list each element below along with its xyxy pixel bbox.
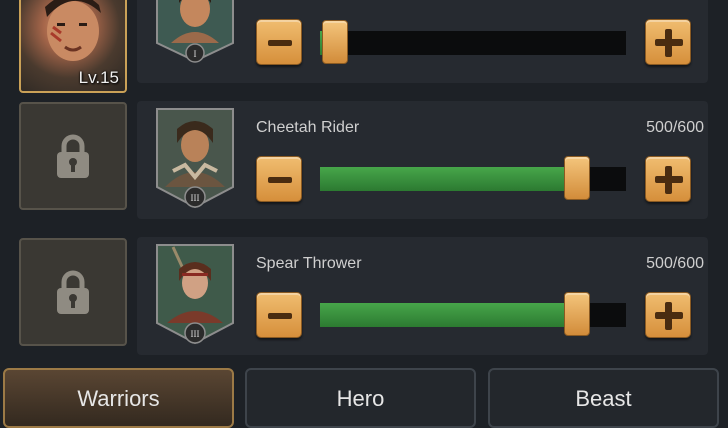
minus-icon xyxy=(268,40,292,46)
troop-row: III Spear Thrower 500/600 xyxy=(0,237,728,357)
lock-icon xyxy=(57,270,89,314)
minus-icon xyxy=(268,177,292,183)
slider-fill xyxy=(320,167,578,191)
locked-hero-slot[interactable] xyxy=(19,238,127,346)
troop-row: Lv.15 I xyxy=(0,0,728,101)
slider-handle[interactable] xyxy=(564,156,591,200)
locked-hero-slot[interactable] xyxy=(19,102,127,210)
quantity-slider[interactable] xyxy=(320,156,626,200)
svg-text:I: I xyxy=(194,49,197,59)
tab-warriors[interactable]: Warriors xyxy=(3,368,234,428)
troop-panel: III Cheetah Rider 500/600 xyxy=(137,101,708,219)
troop-panel: III Spear Thrower 500/600 xyxy=(137,237,708,355)
tab-label: Beast xyxy=(575,386,632,411)
unit-name: Cheetah Rider xyxy=(256,119,360,136)
cheetah-rider-portrait-icon: III xyxy=(156,108,234,209)
unit-count: 500/600 xyxy=(646,255,704,272)
unit-name: Spear Thrower xyxy=(256,255,362,272)
spear-thrower-portrait-icon: III xyxy=(156,244,234,345)
tab-beast[interactable]: Beast xyxy=(488,368,719,428)
lock-icon xyxy=(57,134,89,178)
svg-text:III: III xyxy=(191,193,200,203)
warrior-portrait-icon: I xyxy=(156,0,234,63)
category-tabs: Warriors Hero Beast xyxy=(0,368,728,428)
troop-panel: I xyxy=(137,0,708,83)
decrease-button[interactable] xyxy=(256,19,302,65)
tab-hero[interactable]: Hero xyxy=(245,368,476,428)
slider-fill xyxy=(320,303,578,327)
unit-count: 500/600 xyxy=(646,119,704,136)
increase-button[interactable] xyxy=(645,19,691,65)
decrease-button[interactable] xyxy=(256,292,302,338)
quantity-slider[interactable] xyxy=(320,20,626,64)
hero-slot[interactable]: Lv.15 xyxy=(19,0,127,93)
svg-text:III: III xyxy=(191,329,200,339)
quantity-slider[interactable] xyxy=(320,292,626,336)
troop-row: III Cheetah Rider 500/600 xyxy=(0,101,728,221)
tab-label: Hero xyxy=(336,386,385,411)
hero-level: Lv.15 xyxy=(78,68,119,87)
increase-button[interactable] xyxy=(645,156,691,202)
minus-icon xyxy=(268,313,292,319)
slider-handle[interactable] xyxy=(322,20,349,64)
slider-handle[interactable] xyxy=(564,292,591,336)
decrease-button[interactable] xyxy=(256,156,302,202)
increase-button[interactable] xyxy=(645,292,691,338)
tab-label: Warriors xyxy=(77,386,160,411)
